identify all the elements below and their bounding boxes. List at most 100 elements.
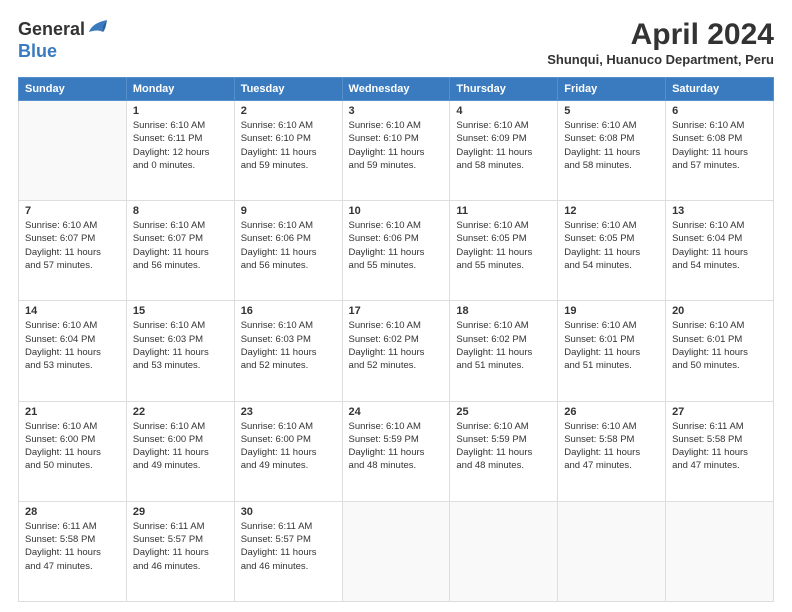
calendar-cell: 5 Sunrise: 6:10 AMSunset: 6:08 PMDaylight… — [558, 101, 666, 201]
day-number: 14 — [25, 305, 120, 317]
day-number: 17 — [349, 305, 444, 317]
calendar-week-row-3: 21 Sunrise: 6:10 AMSunset: 6:00 PMDayligh… — [19, 401, 774, 501]
day-info: Sunrise: 6:10 AMSunset: 6:00 PMDaylight:… — [25, 420, 120, 473]
calendar-cell: 11 Sunrise: 6:10 AMSunset: 6:05 PMDayligh… — [450, 201, 558, 301]
day-number: 16 — [241, 305, 336, 317]
day-info: Sunrise: 6:10 AMSunset: 6:02 PMDaylight:… — [349, 319, 444, 372]
day-number: 26 — [564, 406, 659, 418]
day-number: 24 — [349, 406, 444, 418]
col-tuesday: Tuesday — [234, 78, 342, 101]
day-number: 6 — [672, 105, 767, 117]
col-monday: Monday — [126, 78, 234, 101]
calendar-week-row-1: 7 Sunrise: 6:10 AMSunset: 6:07 PMDaylight… — [19, 201, 774, 301]
day-info: Sunrise: 6:10 AMSunset: 6:00 PMDaylight:… — [133, 420, 228, 473]
day-info: Sunrise: 6:10 AMSunset: 6:02 PMDaylight:… — [456, 319, 551, 372]
calendar-cell: 13Sunrise: 6:10 AMSunset: 6:04 PMDayligh… — [666, 201, 774, 301]
calendar-cell: 2 Sunrise: 6:10 AMSunset: 6:10 PMDaylight… — [234, 101, 342, 201]
calendar-cell — [666, 501, 774, 601]
day-info: Sunrise: 6:10 AMSunset: 6:01 PMDaylight:… — [672, 319, 767, 372]
calendar-cell: 6 Sunrise: 6:10 AMSunset: 6:08 PMDaylight… — [666, 101, 774, 201]
day-info: Sunrise: 6:10 AMSunset: 5:58 PMDaylight:… — [564, 420, 659, 473]
calendar-cell — [342, 501, 450, 601]
calendar-cell: 22 Sunrise: 6:10 AMSunset: 6:00 PMDayligh… — [126, 401, 234, 501]
calendar-cell: 1 Sunrise: 6:10 AMSunset: 6:11 PMDaylight… — [126, 101, 234, 201]
day-number: 1 — [133, 105, 228, 117]
day-info: Sunrise: 6:10 AMSunset: 6:06 PMDaylight:… — [349, 219, 444, 272]
col-thursday: Thursday — [450, 78, 558, 101]
calendar-cell: 23 Sunrise: 6:10 AMSunset: 6:00 PMDayligh… — [234, 401, 342, 501]
day-number: 9 — [241, 205, 336, 217]
day-info: Sunrise: 6:10 AMSunset: 6:07 PMDaylight:… — [133, 219, 228, 272]
calendar-cell: 28Sunrise: 6:11 AMSunset: 5:58 PMDayligh… — [19, 501, 127, 601]
day-number: 2 — [241, 105, 336, 117]
day-number: 18 — [456, 305, 551, 317]
col-saturday: Saturday — [666, 78, 774, 101]
subtitle: Shunqui, Huanuco Department, Peru — [547, 52, 774, 67]
logo: General Blue — [18, 18, 109, 62]
day-info: Sunrise: 6:10 AMSunset: 6:05 PMDaylight:… — [564, 219, 659, 272]
day-info: Sunrise: 6:10 AMSunset: 6:05 PMDaylight:… — [456, 219, 551, 272]
calendar-cell: 26 Sunrise: 6:10 AMSunset: 5:58 PMDayligh… — [558, 401, 666, 501]
header: General Blue April 2024 Shunqui, Huanuco… — [18, 18, 774, 67]
day-info: Sunrise: 6:10 AMSunset: 6:04 PMDaylight:… — [25, 319, 120, 372]
day-info: Sunrise: 6:11 AMSunset: 5:57 PMDaylight:… — [241, 520, 336, 573]
logo-blue-text: Blue — [18, 41, 57, 62]
calendar-cell: 9 Sunrise: 6:10 AMSunset: 6:06 PMDaylight… — [234, 201, 342, 301]
calendar-cell: 20 Sunrise: 6:10 AMSunset: 6:01 PMDayligh… — [666, 301, 774, 401]
calendar-cell: 8 Sunrise: 6:10 AMSunset: 6:07 PMDaylight… — [126, 201, 234, 301]
calendar-week-row-2: 14 Sunrise: 6:10 AMSunset: 6:04 PMDayligh… — [19, 301, 774, 401]
calendar-cell — [450, 501, 558, 601]
day-number: 5 — [564, 105, 659, 117]
day-number: 11 — [456, 205, 551, 217]
day-number: 8 — [133, 205, 228, 217]
calendar-cell: 7 Sunrise: 6:10 AMSunset: 6:07 PMDaylight… — [19, 201, 127, 301]
day-number: 20 — [672, 305, 767, 317]
calendar-cell: 17 Sunrise: 6:10 AMSunset: 6:02 PMDayligh… — [342, 301, 450, 401]
page: General Blue April 2024 Shunqui, Huanuco… — [0, 0, 792, 612]
calendar-cell: 29 Sunrise: 6:11 AMSunset: 5:57 PMDayligh… — [126, 501, 234, 601]
calendar-cell: 14 Sunrise: 6:10 AMSunset: 6:04 PMDayligh… — [19, 301, 127, 401]
logo-general-text: General — [18, 19, 85, 40]
day-number: 21 — [25, 406, 120, 418]
day-info: Sunrise: 6:10 AMSunset: 6:01 PMDaylight:… — [564, 319, 659, 372]
calendar-week-row-0: 1 Sunrise: 6:10 AMSunset: 6:11 PMDaylight… — [19, 101, 774, 201]
calendar-cell: 3Sunrise: 6:10 AMSunset: 6:10 PMDaylight… — [342, 101, 450, 201]
calendar-cell — [558, 501, 666, 601]
day-number: 29 — [133, 506, 228, 518]
calendar-cell: 24Sunrise: 6:10 AMSunset: 5:59 PMDayligh… — [342, 401, 450, 501]
main-title: April 2024 — [547, 18, 774, 52]
day-number: 13 — [672, 205, 767, 217]
day-info: Sunrise: 6:10 AMSunset: 6:11 PMDaylight:… — [133, 119, 228, 172]
day-number: 4 — [456, 105, 551, 117]
day-info: Sunrise: 6:10 AMSunset: 6:00 PMDaylight:… — [241, 420, 336, 473]
day-info: Sunrise: 6:10 AMSunset: 6:03 PMDaylight:… — [241, 319, 336, 372]
calendar-cell: 4Sunrise: 6:10 AMSunset: 6:09 PMDaylight… — [450, 101, 558, 201]
calendar-cell: 16 Sunrise: 6:10 AMSunset: 6:03 PMDayligh… — [234, 301, 342, 401]
calendar-cell: 15 Sunrise: 6:10 AMSunset: 6:03 PMDayligh… — [126, 301, 234, 401]
col-sunday: Sunday — [19, 78, 127, 101]
day-info: Sunrise: 6:10 AMSunset: 6:08 PMDaylight:… — [564, 119, 659, 172]
day-info: Sunrise: 6:11 AMSunset: 5:57 PMDaylight:… — [133, 520, 228, 573]
day-number: 27 — [672, 406, 767, 418]
day-info: Sunrise: 6:10 AMSunset: 6:06 PMDaylight:… — [241, 219, 336, 272]
day-info: Sunrise: 6:10 AMSunset: 5:59 PMDaylight:… — [456, 420, 551, 473]
day-number: 19 — [564, 305, 659, 317]
calendar-cell: 10Sunrise: 6:10 AMSunset: 6:06 PMDayligh… — [342, 201, 450, 301]
title-area: April 2024 Shunqui, Huanuco Department, … — [547, 18, 774, 67]
calendar-cell: 21 Sunrise: 6:10 AMSunset: 6:00 PMDayligh… — [19, 401, 127, 501]
day-number: 7 — [25, 205, 120, 217]
day-info: Sunrise: 6:11 AMSunset: 5:58 PMDaylight:… — [672, 420, 767, 473]
day-info: Sunrise: 6:10 AMSunset: 6:10 PMDaylight:… — [349, 119, 444, 172]
day-info: Sunrise: 6:10 AMSunset: 6:10 PMDaylight:… — [241, 119, 336, 172]
day-number: 15 — [133, 305, 228, 317]
day-info: Sunrise: 6:10 AMSunset: 6:03 PMDaylight:… — [133, 319, 228, 372]
day-info: Sunrise: 6:10 AMSunset: 6:08 PMDaylight:… — [672, 119, 767, 172]
day-number: 22 — [133, 406, 228, 418]
col-friday: Friday — [558, 78, 666, 101]
calendar-week-row-4: 28Sunrise: 6:11 AMSunset: 5:58 PMDayligh… — [19, 501, 774, 601]
calendar-cell: 12Sunrise: 6:10 AMSunset: 6:05 PMDayligh… — [558, 201, 666, 301]
day-number: 30 — [241, 506, 336, 518]
day-info: Sunrise: 6:10 AMSunset: 6:07 PMDaylight:… — [25, 219, 120, 272]
calendar-cell: 19 Sunrise: 6:10 AMSunset: 6:01 PMDayligh… — [558, 301, 666, 401]
day-number: 23 — [241, 406, 336, 418]
